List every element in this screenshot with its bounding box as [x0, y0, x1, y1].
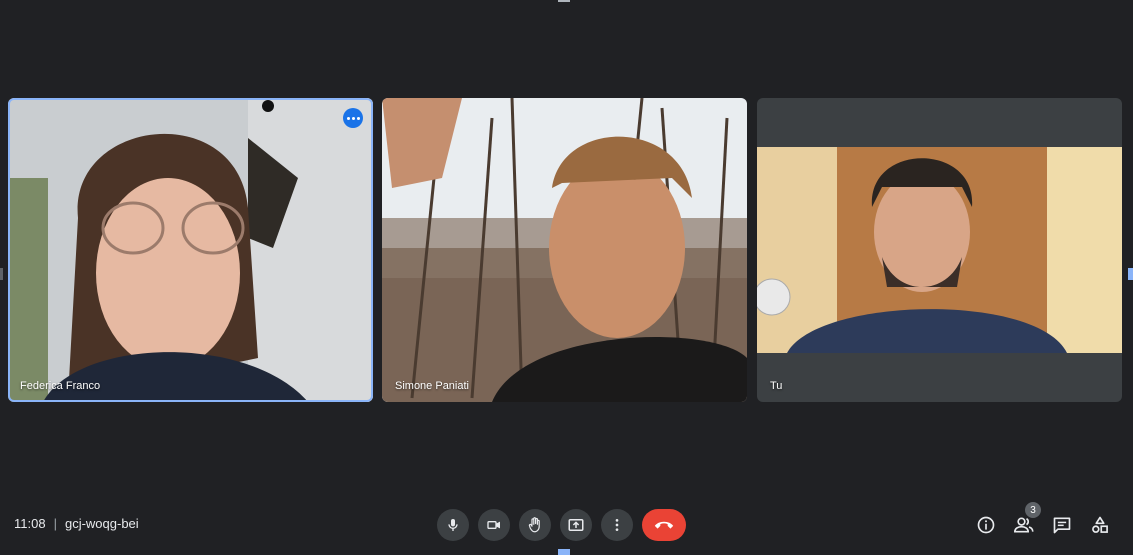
participant-name: Simone Paniati: [395, 380, 469, 392]
top-edge-handle: [558, 0, 570, 2]
more-options-button[interactable]: [601, 509, 633, 541]
more-vert-icon: [615, 519, 619, 531]
dot-icon: [356, 116, 360, 120]
present-screen-icon: [568, 519, 584, 531]
chat-button[interactable]: [1046, 509, 1078, 541]
raise-hand-button[interactable]: [519, 509, 551, 541]
camera-icon: [487, 521, 500, 529]
chat-icon: [1053, 517, 1071, 534]
people-count-badge: 3: [1025, 502, 1041, 518]
right-edge-handle[interactable]: [1128, 268, 1133, 280]
microphone-button[interactable]: [437, 509, 469, 541]
participant-tile-federica[interactable]: Federica Franco: [8, 98, 373, 402]
participant-video: [8, 98, 373, 402]
side-panel-buttons: 3: [970, 502, 1122, 541]
bottom-edge-handle[interactable]: [558, 549, 570, 555]
self-tile[interactable]: Tu: [757, 98, 1122, 402]
meeting-time: 11:08: [14, 516, 46, 531]
people-icon: [1013, 517, 1034, 533]
left-edge-handle: [0, 268, 3, 280]
hand-icon: [528, 517, 540, 533]
participant-video: [382, 98, 747, 402]
meeting-code: gcj-woqg-bei: [64, 516, 139, 531]
end-call-icon: [654, 521, 674, 529]
meeting-info-separator: |: [53, 516, 57, 531]
people-button[interactable]: 3: [1008, 502, 1041, 541]
leave-call-button[interactable]: [642, 509, 686, 541]
activities-button[interactable]: [1084, 509, 1116, 541]
participant-name: Federica Franco: [20, 380, 101, 392]
activities-icon: [1092, 516, 1108, 533]
info-icon: [977, 516, 995, 534]
dot-icon: [346, 116, 350, 120]
meeting-details-button[interactable]: [970, 509, 1002, 541]
participant-more-options-button[interactable]: [343, 108, 363, 128]
participant-tile-simone[interactable]: Simone Paniati: [382, 98, 747, 402]
participant-name: Tu: [770, 380, 783, 392]
present-screen-button[interactable]: [560, 509, 592, 541]
meet-call-screen: Federica Franco Simone Paniati Tu 11:08 …: [0, 0, 1133, 555]
camera-button[interactable]: [478, 509, 510, 541]
meeting-info: 11:08 | gcj-woqg-bei: [14, 516, 139, 531]
dot-icon: [351, 116, 355, 120]
microphone-icon: [448, 519, 458, 531]
self-video: [757, 147, 1122, 353]
call-controls: [437, 509, 686, 541]
